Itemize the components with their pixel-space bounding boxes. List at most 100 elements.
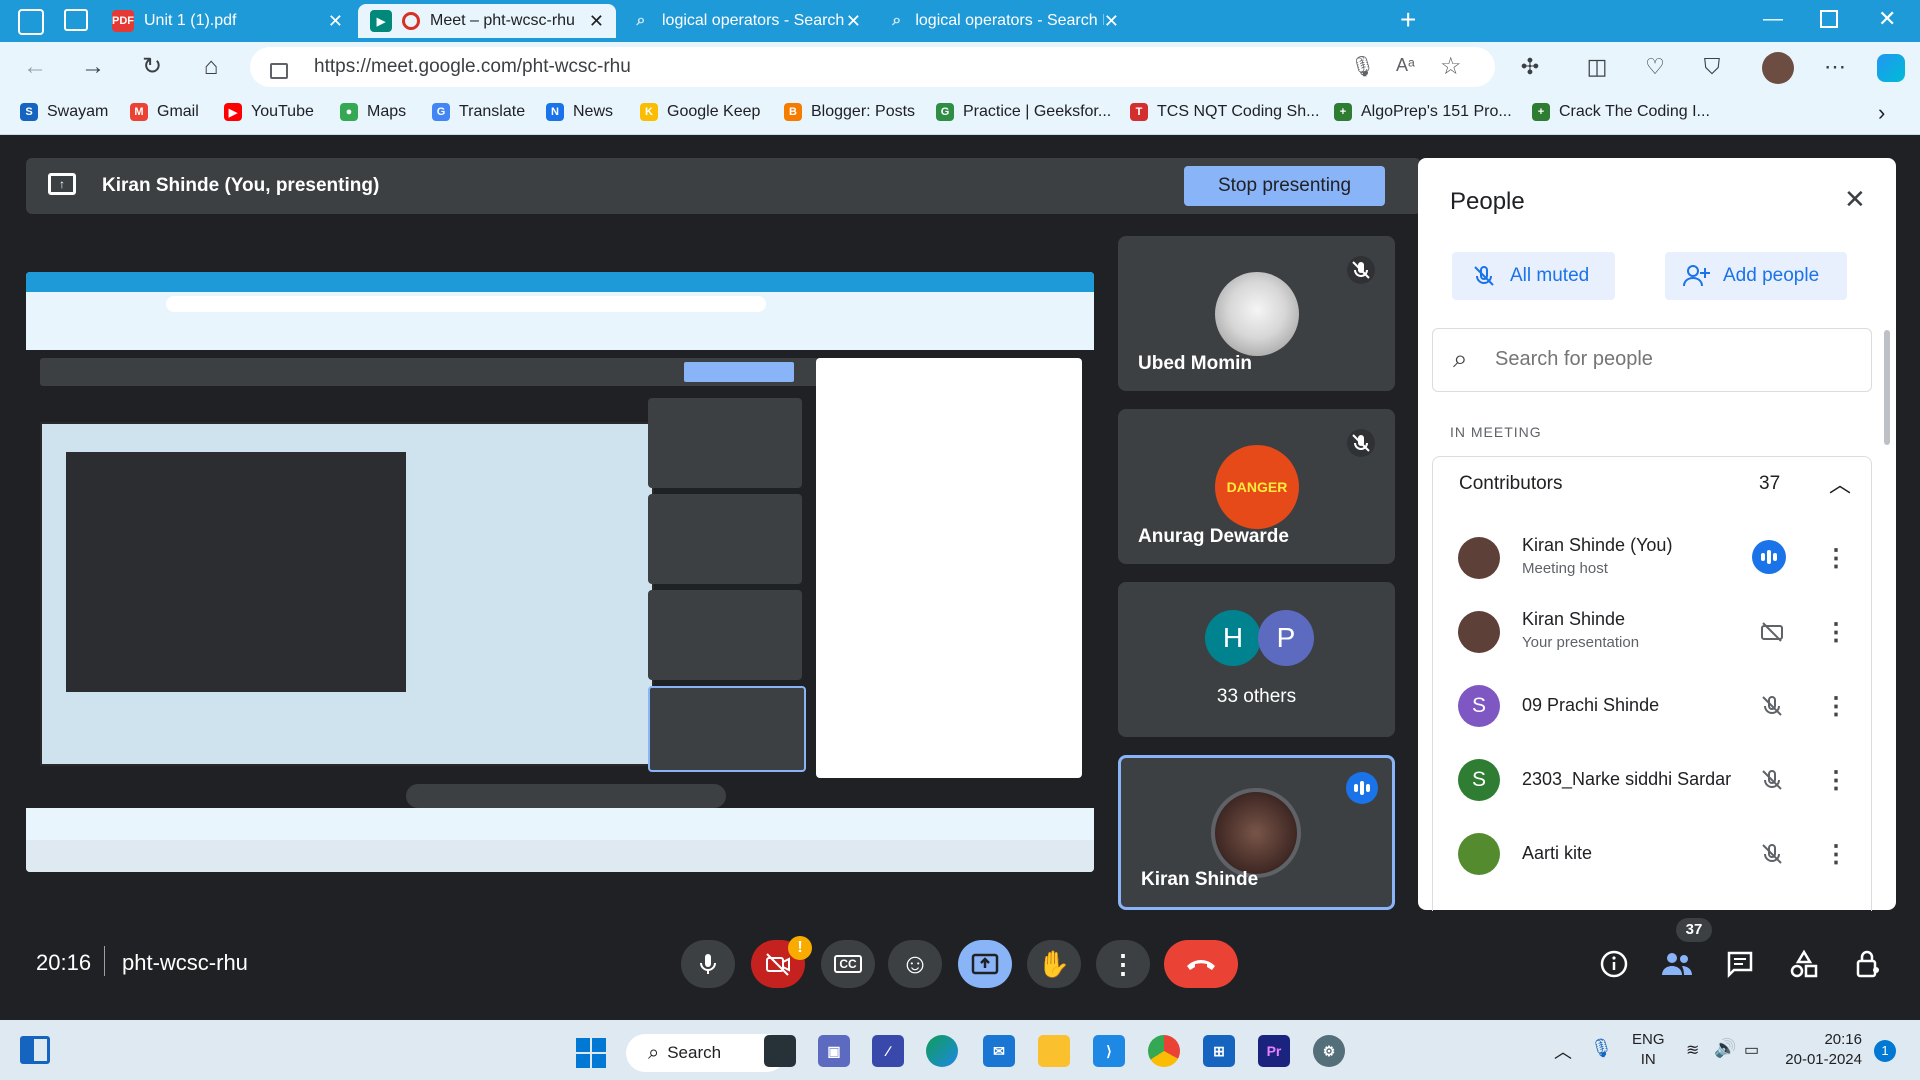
bookmark-swayam[interactable]: S Swayam <box>20 103 108 121</box>
profile-avatar[interactable] <box>1762 52 1794 84</box>
close-icon[interactable]: ✕ <box>328 11 343 32</box>
participant-row[interactable]: S 2303_Narke siddhi Sardar ⋮ <box>1432 745 1854 815</box>
url-text[interactable]: https://meet.google.com/pht-wcsc-rhu <box>314 56 631 78</box>
extensions-icon[interactable]: ✣ <box>1515 52 1545 82</box>
tab-meet[interactable]: ▶ Meet – pht-wcsc-rhu ✕ <box>358 4 616 38</box>
stop-presenting-button[interactable]: Stop presenting <box>1184 166 1385 206</box>
performance-icon[interactable]: ♡ <box>1640 52 1670 82</box>
bookmark-google-keep[interactable]: K Google Keep <box>640 103 760 121</box>
volume-icon[interactable]: 🔊 <box>1714 1038 1736 1059</box>
wifi-icon[interactable]: ≋ <box>1686 1040 1699 1060</box>
more-menu-icon[interactable]: ⋯ <box>1820 52 1850 82</box>
copilot-icon[interactable] <box>1877 54 1905 82</box>
tab-pdf[interactable]: PDF Unit 1 (1).pdf ✕ <box>100 4 355 38</box>
windows-start-icon[interactable] <box>576 1038 606 1068</box>
participant-row[interactable]: S 09 Prachi Shinde ⋮ <box>1432 671 1854 741</box>
close-icon[interactable]: ✕ <box>846 11 861 32</box>
participant-row[interactable]: Kiran Shinde Your presentation ⋮ <box>1432 597 1854 667</box>
close-icon[interactable]: ✕ <box>1104 11 1119 32</box>
teams-icon[interactable]: ▣ <box>818 1035 850 1067</box>
premiere-icon[interactable]: Pr <box>1258 1035 1290 1067</box>
restore-button[interactable] <box>1820 10 1838 28</box>
chrome-icon[interactable] <box>1148 1035 1180 1067</box>
back-button[interactable]: ← <box>20 52 50 82</box>
more-vert-icon[interactable]: ⋮ <box>1824 618 1848 647</box>
bookmark-translate[interactable]: G Translate <box>432 103 525 121</box>
bookmark-algoprep[interactable]: + AlgoPrep's 151 Pro... <box>1334 103 1512 121</box>
vscode-icon[interactable]: ⟩ <box>1093 1035 1125 1067</box>
task-view-icon[interactable] <box>764 1035 796 1067</box>
all-muted-button[interactable]: All muted <box>1452 252 1615 300</box>
leave-call-button[interactable] <box>1164 940 1238 988</box>
microphone-icon[interactable]: 🎙 <box>1590 1038 1613 1059</box>
more-vert-icon[interactable]: ⋮ <box>1824 692 1848 721</box>
more-vert-icon[interactable]: ⋮ <box>1824 544 1848 573</box>
captions-button[interactable]: CC <box>821 940 875 988</box>
bookmark-news[interactable]: N News <box>546 103 613 121</box>
contributors-group-header[interactable]: Contributors 37 ︿ <box>1432 456 1872 512</box>
raise-hand-button[interactable]: ✋ <box>1027 940 1081 988</box>
reactions-button[interactable]: ☺ <box>888 940 942 988</box>
read-aloud-icon[interactable]: Aᵃ <box>1396 55 1415 76</box>
search-input[interactable] <box>1493 343 1857 375</box>
bookmark-youtube[interactable]: ▶ YouTube <box>224 103 314 121</box>
tile-ubed-momin[interactable]: Ubed Momin <box>1118 236 1395 391</box>
favorite-star-icon[interactable]: ☆ <box>1440 52 1462 81</box>
bookmark-geeksforgeeks[interactable]: G Practice | Geeksfor... <box>936 103 1111 121</box>
notification-badge[interactable]: 1 <box>1874 1040 1896 1062</box>
store-icon[interactable]: ⊞ <box>1203 1035 1235 1067</box>
taskbar-search[interactable]: ⌕ Search <box>626 1034 786 1072</box>
math-app-icon[interactable]: ∕ <box>872 1035 904 1067</box>
address-bar[interactable]: https://meet.google.com/pht-wcsc-rhu 🎙 A… <box>250 47 1495 87</box>
bookmark-blogger[interactable]: B Blogger: Posts <box>784 103 915 121</box>
battery-icon[interactable]: ▭ <box>1744 1040 1759 1060</box>
participant-row[interactable]: Aarti kite ⋮ <box>1432 819 1854 889</box>
bookmark-crack-coding[interactable]: + Crack The Coding I... <box>1532 103 1710 121</box>
close-icon[interactable]: ✕ <box>589 11 604 32</box>
new-tab-button[interactable]: + <box>1400 4 1416 36</box>
home-button[interactable]: ⌂ <box>196 52 226 82</box>
bookmark-gmail[interactable]: M Gmail <box>130 103 199 121</box>
scrollbar[interactable] <box>1884 330 1890 445</box>
mic-button[interactable] <box>681 940 735 988</box>
language-indicator[interactable]: ENG IN <box>1632 1030 1665 1070</box>
people-button[interactable] <box>1657 944 1697 984</box>
tile-others[interactable]: H P 33 others <box>1118 582 1395 737</box>
file-explorer-icon[interactable] <box>1038 1035 1070 1067</box>
clock[interactable]: 20:16 20-01-2024 <box>1782 1030 1862 1070</box>
more-vert-icon[interactable]: ⋮ <box>1824 766 1848 795</box>
forward-button[interactable]: → <box>78 52 108 82</box>
tile-anurag-dewarde[interactable]: DANGER Anurag Dewarde <box>1118 409 1395 564</box>
widgets-icon[interactable] <box>20 1036 50 1064</box>
window-close-button[interactable]: ✕ <box>1878 6 1896 32</box>
meeting-details-button[interactable] <box>1594 944 1634 984</box>
present-button[interactable] <box>958 940 1012 988</box>
chevron-right-icon[interactable]: › <box>1878 100 1885 126</box>
tab-search[interactable]: ⌕ logical operators - Search ✕ <box>618 4 873 38</box>
tab-search-images[interactable]: ⌕ logical operators - Search Images ✕ <box>876 4 1131 38</box>
close-icon[interactable]: ✕ <box>1844 184 1866 215</box>
search-people-field[interactable]: ⌕ <box>1432 328 1872 392</box>
microphone-icon[interactable]: 🎙 <box>1350 54 1375 79</box>
mail-icon[interactable]: ✉ <box>983 1035 1015 1067</box>
more-options-button[interactable]: ⋮ <box>1096 940 1150 988</box>
tile-kiran-shinde[interactable]: Kiran Shinde <box>1118 755 1395 910</box>
add-people-button[interactable]: Add people <box>1665 252 1847 300</box>
edge-icon[interactable] <box>926 1035 958 1067</box>
minimize-button[interactable]: — <box>1763 8 1783 31</box>
lock-icon[interactable] <box>270 63 288 79</box>
chevron-up-icon[interactable]: ︿ <box>1829 467 1851 499</box>
tab-actions-icon[interactable] <box>64 9 88 31</box>
bookmark-maps[interactable]: ● Maps <box>340 103 406 121</box>
bookmark-tcs-nqt[interactable]: T TCS NQT Coding Sh... <box>1130 103 1319 121</box>
settings-icon[interactable]: ⚙ <box>1313 1035 1345 1067</box>
chat-button[interactable] <box>1720 944 1760 984</box>
refresh-button[interactable]: ↻ <box>137 52 167 82</box>
more-vert-icon[interactable]: ⋮ <box>1824 840 1848 869</box>
split-screen-icon[interactable]: ◫ <box>1582 52 1612 82</box>
participant-row[interactable]: Kiran Shinde (You) Meeting host ⋮ <box>1432 523 1854 593</box>
host-controls-button[interactable] <box>1848 944 1888 984</box>
chevron-up-icon[interactable]: ︿ <box>1554 1038 1572 1064</box>
workspaces-icon[interactable] <box>18 9 44 35</box>
activities-button[interactable] <box>1784 944 1824 984</box>
